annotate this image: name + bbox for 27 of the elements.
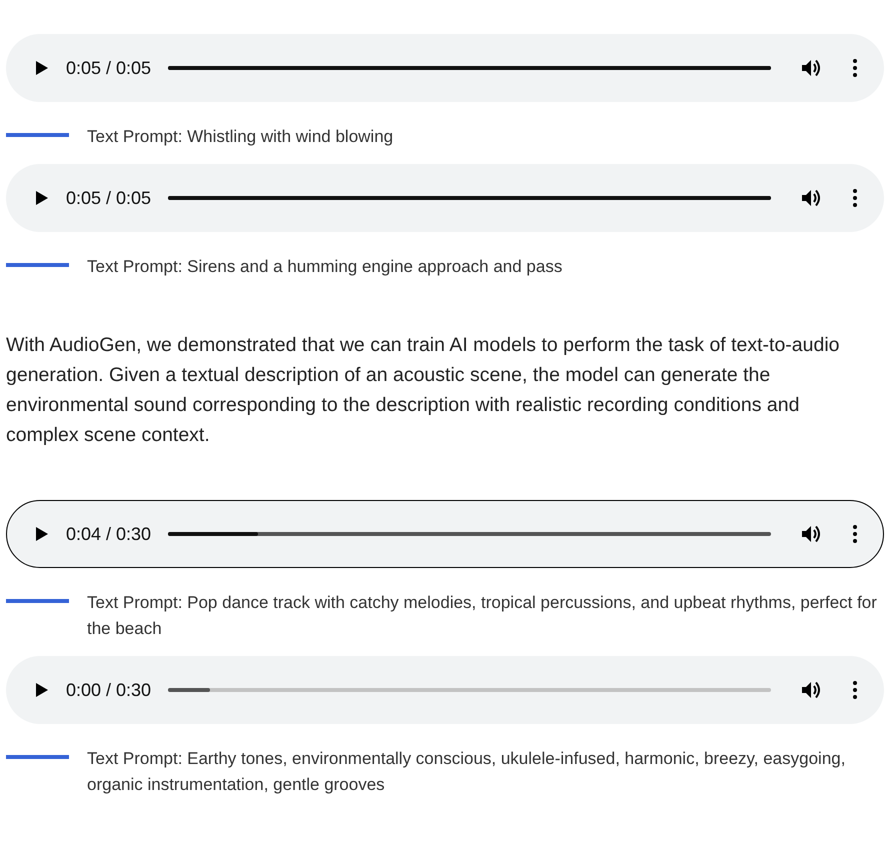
volume-icon[interactable] <box>801 58 823 78</box>
text-prompt: Text Prompt: Sirens and a humming engine approach and pass <box>87 256 562 278</box>
play-icon[interactable] <box>35 60 49 76</box>
play-icon[interactable] <box>35 526 49 542</box>
volume-icon[interactable] <box>801 188 823 208</box>
time-display: 0:05 / 0:05 <box>66 186 152 210</box>
time-display: 0:05 / 0:05 <box>66 56 152 80</box>
description-paragraph: With AudioGen, we demonstrated that we can train AI models to perform the task of text-to-audio generation. Given a textual description of an acoustic scene, the model can generate the environmental sound corresponding to the description with realistic recording conditions and complex scene context. <box>6 333 841 448</box>
play-icon[interactable] <box>35 190 49 206</box>
time-display: 0:04 / 0:30 <box>66 522 152 546</box>
more-options-icon[interactable] <box>853 59 857 77</box>
progress-track[interactable] <box>168 532 771 536</box>
text-prompt: Text Prompt: Pop dance track with catchy melodies, tropical percussions, and upbeat rhythms, perfect for the beach <box>87 592 878 640</box>
more-options-icon[interactable] <box>853 681 857 699</box>
text-prompt: Text Prompt: Earthy tones, environmentally conscious, ukulele-infused, harmonic, breezy, easygoing, organic instrumentation, gentle grooves <box>87 748 846 796</box>
text-prompt: Text Prompt: Whistling with wind blowing <box>87 126 394 148</box>
audio-player[interactable]: 0:05 / 0:05 <box>6 34 884 102</box>
audio-player[interactable]: 0:00 / 0:30 <box>6 656 884 724</box>
volume-icon[interactable] <box>801 680 823 700</box>
audio-player[interactable]: 0:04 / 0:30 <box>6 500 884 568</box>
audio-player[interactable]: 0:05 / 0:05 <box>6 164 884 232</box>
more-options-icon[interactable] <box>853 189 857 207</box>
progress-track[interactable] <box>168 688 771 692</box>
play-icon[interactable] <box>35 682 49 698</box>
time-display: 0:00 / 0:30 <box>66 678 152 702</box>
volume-icon[interactable] <box>801 524 823 544</box>
more-options-icon[interactable] <box>853 525 857 543</box>
